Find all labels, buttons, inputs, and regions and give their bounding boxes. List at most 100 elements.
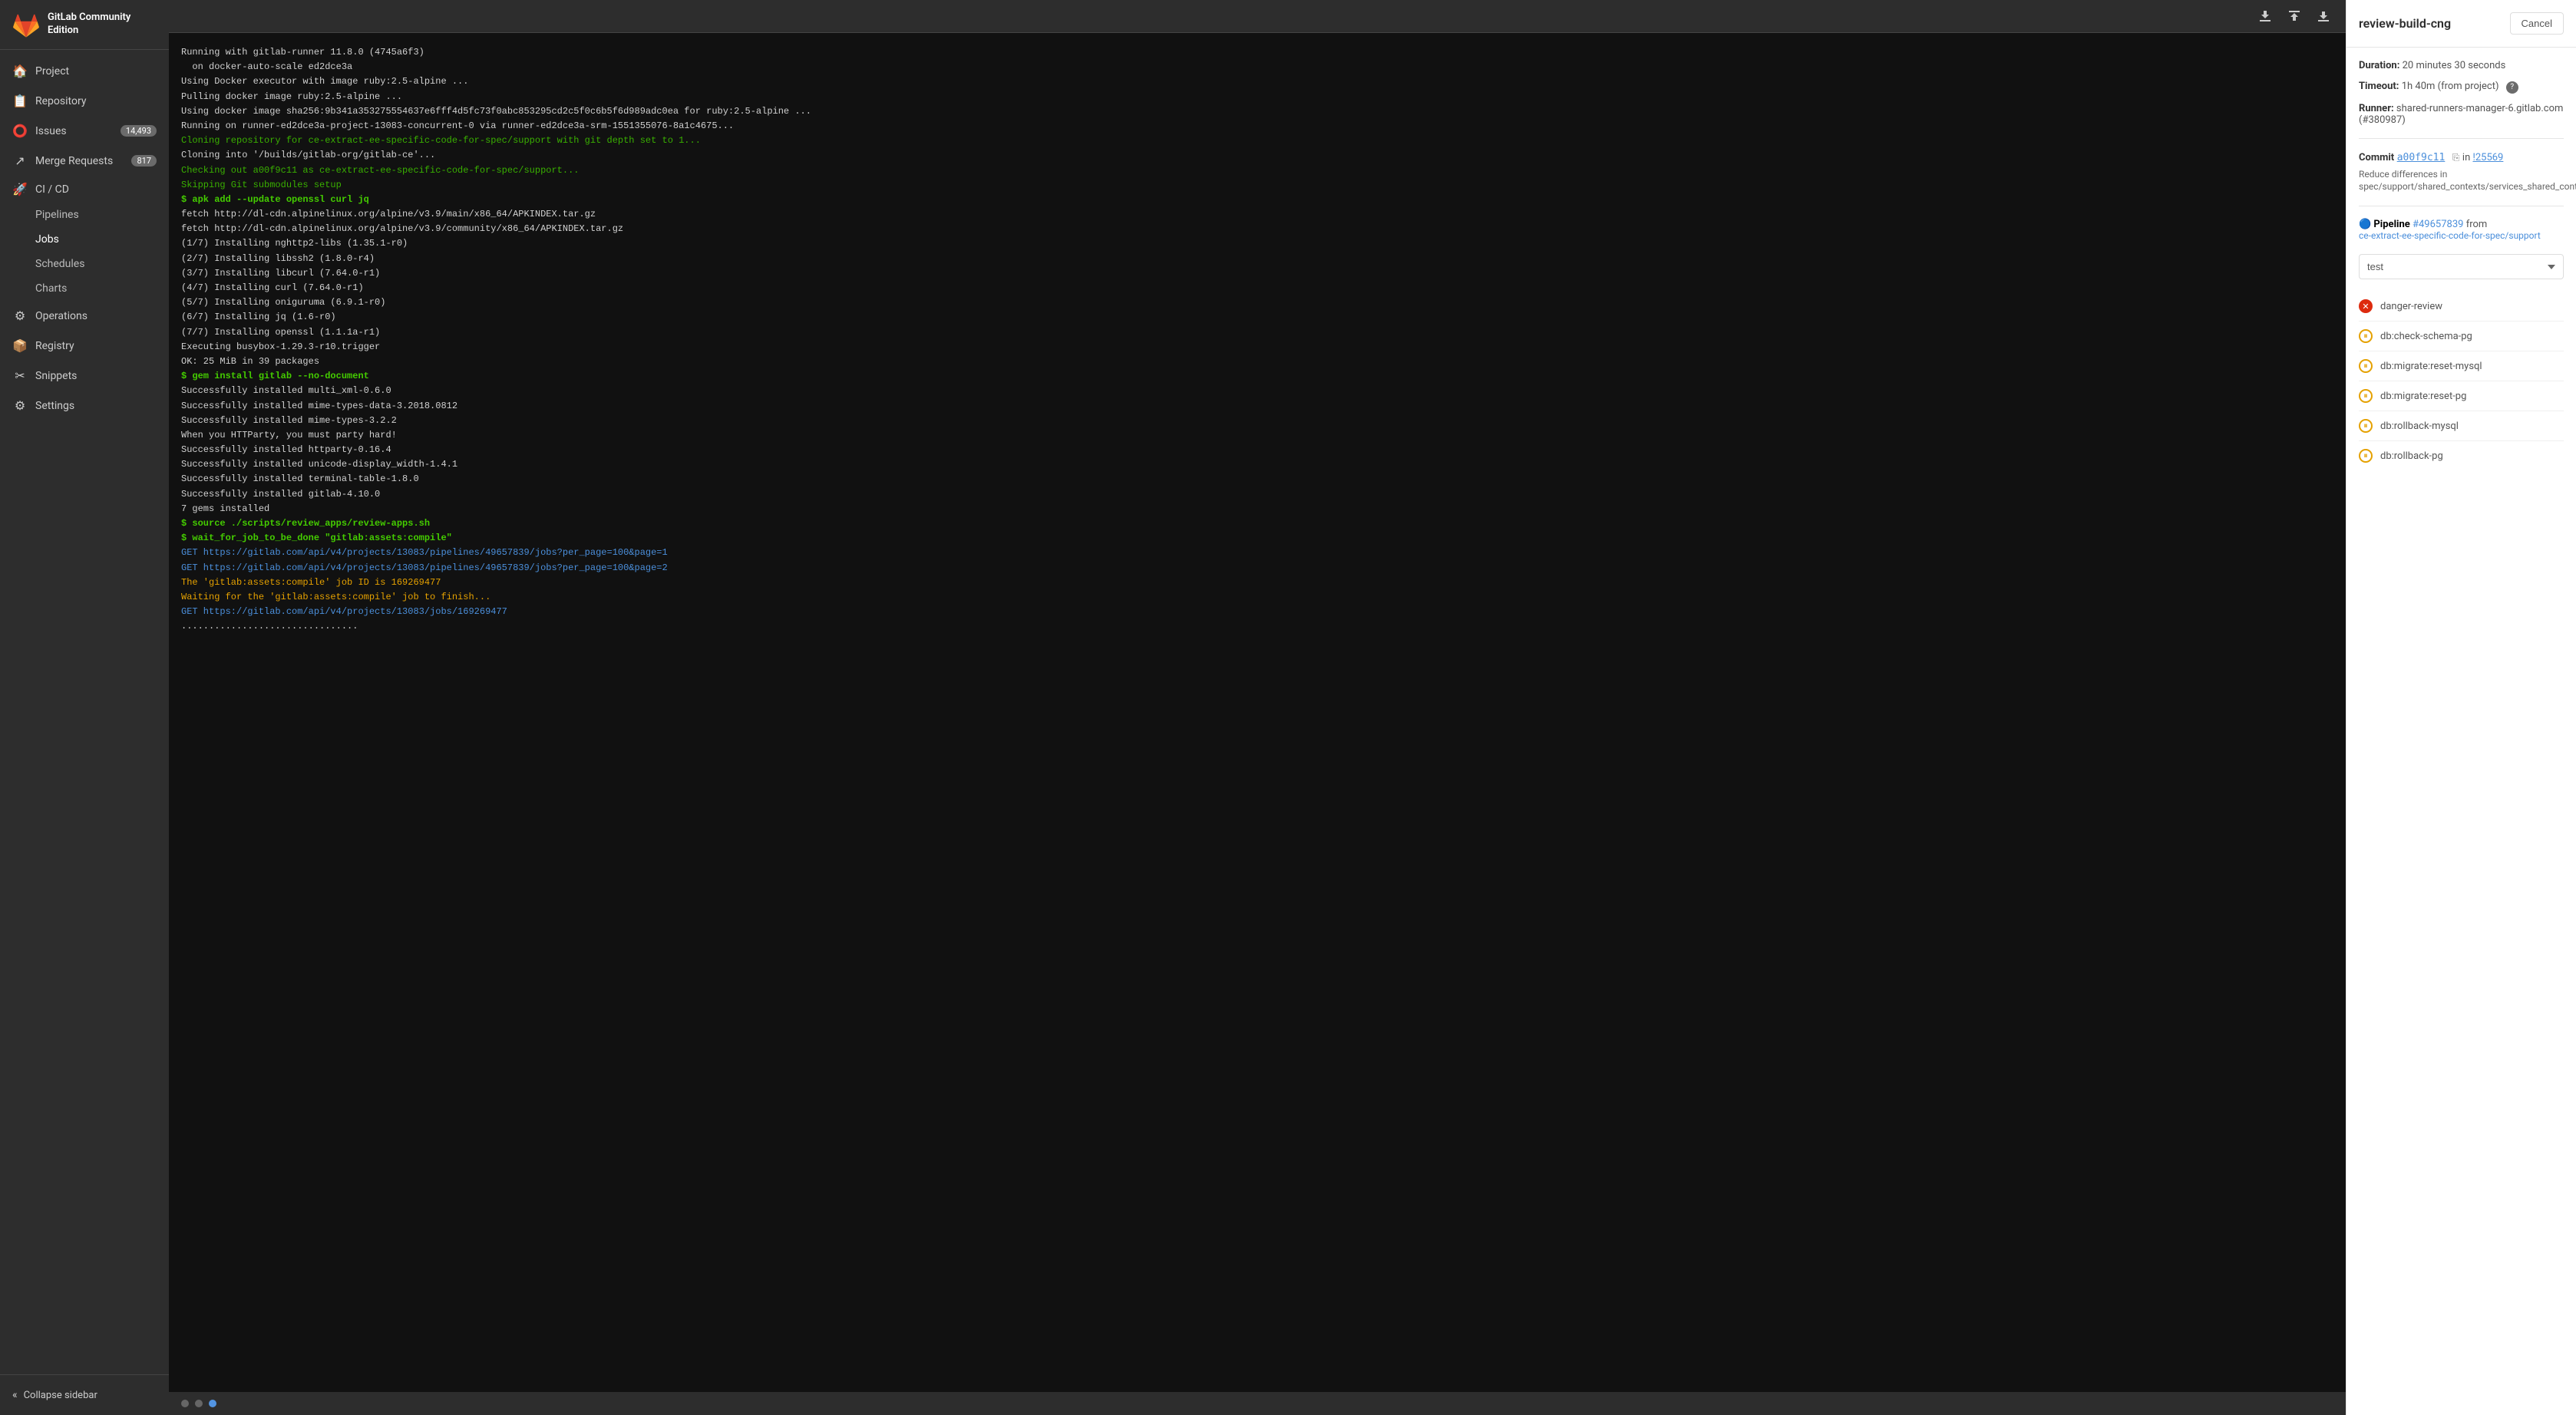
commit-message: Reduce differences in spec/support/share… <box>2359 168 2564 194</box>
terminal-line: fetch http://dl-cdn.alpinelinux.org/alpi… <box>181 207 2333 222</box>
commit-info: Commit a00f9c11 ⎘ in !25569 Reduce diffe… <box>2359 151 2564 194</box>
terminal-line: Successfully installed mime-types-3.2.2 <box>181 414 2333 428</box>
commit-hash-link[interactable]: a00f9c11 <box>2397 152 2446 163</box>
job-item-db-migrate-reset-mysql[interactable]: ⏸ db:migrate:reset-mysql <box>2359 351 2564 381</box>
job-name-db-migrate-reset-mysql: db:migrate:reset-mysql <box>2380 361 2482 372</box>
sidebar-item-settings[interactable]: ⚙ Settings <box>0 391 169 421</box>
sidebar-item-charts[interactable]: Charts <box>0 276 169 301</box>
job-item-db-migrate-reset-pg[interactable]: ⏸db:migrate:reset-pg <box>2359 381 2564 411</box>
job-name-db-migrate-reset-pg: db:migrate:reset-pg <box>2380 391 2466 402</box>
terminal-toolbar <box>169 0 2346 33</box>
copy-commit-icon[interactable]: ⎘ <box>2452 152 2460 163</box>
sidebar-item-snippets[interactable]: ✂ Snippets <box>0 361 169 391</box>
terminal-output[interactable]: Running with gitlab-runner 11.8.0 (4745a… <box>169 33 2346 1392</box>
right-panel-body: Duration: 20 minutes 30 seconds Timeout:… <box>2346 48 2576 1415</box>
terminal-line: on docker-auto-scale ed2dce3a <box>181 60 2333 74</box>
job-item-db-rollback-mysql[interactable]: ⏸db:rollback-mysql <box>2359 411 2564 441</box>
sidebar-item-registry[interactable]: 📦 Registry <box>0 331 169 361</box>
sidebar-item-schedules[interactable]: Schedules <box>0 252 169 276</box>
terminal-line: Successfully installed terminal-table-1.… <box>181 472 2333 487</box>
terminal-line: (1/7) Installing nghttp2-libs (1.35.1-r0… <box>181 236 2333 251</box>
divider-1 <box>2359 138 2564 139</box>
issues-badge: 14,493 <box>121 125 157 137</box>
terminal-line: 7 gems installed <box>181 502 2333 516</box>
terminal-dot-0[interactable] <box>181 1400 189 1407</box>
commit-mr-link[interactable]: !25569 <box>2472 152 2503 163</box>
app-title: GitLab Community Edition <box>48 12 130 38</box>
pipeline-id-link[interactable]: #49657839 <box>2413 219 2463 230</box>
terminal-line: Using docker image sha256:9b341a35327555… <box>181 104 2333 119</box>
repository-icon: 📋 <box>12 94 28 108</box>
terminal-line: (6/7) Installing jq (1.6-r0) <box>181 310 2333 325</box>
pipeline-branch-link[interactable]: ce-extract-ee-specific-code-for-spec/sup… <box>2359 230 2541 241</box>
cancel-button[interactable]: Cancel <box>2510 12 2564 35</box>
terminal-footer <box>169 1392 2346 1415</box>
terminal-line: Pulling docker image ruby:2.5-alpine ... <box>181 90 2333 104</box>
download-button[interactable] <box>2255 6 2275 26</box>
terminal-area: Running with gitlab-runner 11.8.0 (4745a… <box>169 0 2346 1415</box>
terminal-line: ................................ <box>181 619 2333 634</box>
terminal-line: GET https://gitlab.com/api/v4/projects/1… <box>181 546 2333 560</box>
sidebar-item-pipelines[interactable]: Pipelines <box>0 203 169 227</box>
terminal-line: Waiting for the 'gitlab:assets:compile' … <box>181 590 2333 605</box>
terminal-dot-1[interactable] <box>195 1400 203 1407</box>
job-status-db-rollback-pg: ⏸ <box>2359 449 2373 463</box>
terminal-line: Successfully installed httparty-0.16.4 <box>181 443 2333 457</box>
terminal-line: The 'gitlab:assets:compile' job ID is 16… <box>181 576 2333 590</box>
job-item-danger-review[interactable]: ✕danger-review <box>2359 292 2564 322</box>
terminal-line: (2/7) Installing libssh2 (1.8.0-r4) <box>181 252 2333 266</box>
terminal-line: (7/7) Installing openssl (1.1.1a-r1) <box>181 325 2333 340</box>
sidebar-footer: « Collapse sidebar <box>0 1374 169 1415</box>
issues-icon: ⭕ <box>12 124 28 138</box>
scroll-top-button[interactable] <box>2284 6 2304 26</box>
terminal-line: Successfully installed gitlab-4.10.0 <box>181 487 2333 502</box>
terminal-line: fetch http://dl-cdn.alpinelinux.org/alpi… <box>181 222 2333 236</box>
job-status-db-check-schema-pg: ⏸ <box>2359 329 2373 343</box>
sidebar-item-project[interactable]: 🏠 Project <box>0 56 169 86</box>
job-item-db-rollback-pg[interactable]: ⏸db:rollback-pg <box>2359 441 2564 470</box>
job-list: ✕danger-review⏸db:check-schema-pg⏸db:mig… <box>2359 292 2564 470</box>
terminal-line: (5/7) Installing oniguruma (6.9.1-r0) <box>181 295 2333 310</box>
terminal-line: (3/7) Installing libcurl (7.64.0-r1) <box>181 266 2333 281</box>
job-item-db-check-schema-pg[interactable]: ⏸ db:check-schema-pg <box>2359 322 2564 351</box>
terminal-line: Using Docker executor with image ruby:2.… <box>181 74 2333 89</box>
stage-select[interactable]: test <box>2359 254 2564 279</box>
job-title: review-build-cng <box>2359 16 2451 31</box>
commit-hash-row: Commit a00f9c11 ⎘ in !25569 <box>2359 151 2564 163</box>
stage-select-wrapper: test <box>2359 254 2564 279</box>
sidebar-item-jobs[interactable]: Jobs <box>0 227 169 252</box>
sidebar-item-operations[interactable]: ⚙ Operations <box>0 301 169 331</box>
terminal-line: Skipping Git submodules setup <box>181 178 2333 193</box>
terminal-line: Successfully installed unicode-display_w… <box>181 457 2333 472</box>
gitlab-logo <box>12 11 40 38</box>
timeout-help-icon[interactable]: ? <box>2506 81 2518 94</box>
terminal-line: OK: 25 MiB in 39 packages <box>181 355 2333 369</box>
terminal-line: $ wait_for_job_to_be_done "gitlab:assets… <box>181 531 2333 546</box>
operations-icon: ⚙ <box>12 308 28 323</box>
job-name-danger-review: danger-review <box>2380 301 2442 312</box>
timeout-row: Timeout: 1h 40m (from project) ? <box>2359 81 2564 94</box>
job-status-db-rollback-mysql: ⏸ <box>2359 419 2373 433</box>
terminal-line: Cloning repository for ce-extract-ee-spe… <box>181 134 2333 148</box>
terminal-line: Successfully installed multi_xml-0.6.0 <box>181 384 2333 398</box>
collapse-sidebar-button[interactable]: « Collapse sidebar <box>12 1384 157 1406</box>
merge-requests-badge: 817 <box>131 155 157 167</box>
sidebar-item-merge-requests[interactable]: ↗ Merge Requests 817 <box>0 146 169 176</box>
terminal-dot-2[interactable] <box>209 1400 216 1407</box>
sidebar-cicd-section[interactable]: 🚀 CI / CD <box>0 176 169 203</box>
runner-row: Runner: shared-runners-manager-6.gitlab.… <box>2359 103 2564 126</box>
sidebar-item-issues[interactable]: ⭕ Issues 14,493 <box>0 116 169 146</box>
sidebar-header: GitLab Community Edition <box>0 0 169 50</box>
job-name-db-check-schema-pg: db:check-schema-pg <box>2380 331 2472 342</box>
duration-row: Duration: 20 minutes 30 seconds <box>2359 60 2564 71</box>
terminal-line: Successfully installed mime-types-data-3… <box>181 399 2333 414</box>
scroll-bottom-button[interactable] <box>2313 6 2333 26</box>
terminal-line: $ gem install gitlab --no-document <box>181 369 2333 384</box>
main-content: Running with gitlab-runner 11.8.0 (4745a… <box>169 0 2576 1415</box>
pipeline-info: 🔵 Pipeline #49657839 from ce-extract-ee-… <box>2359 219 2564 242</box>
sidebar-item-repository[interactable]: 📋 Repository <box>0 86 169 116</box>
cicd-icon: 🚀 <box>12 182 28 196</box>
terminal-line: Executing busybox-1.29.3-r10.trigger <box>181 340 2333 355</box>
job-status-db-migrate-reset-mysql: ⏸ <box>2359 359 2373 373</box>
terminal-line: $ apk add --update openssl curl jq <box>181 193 2333 207</box>
